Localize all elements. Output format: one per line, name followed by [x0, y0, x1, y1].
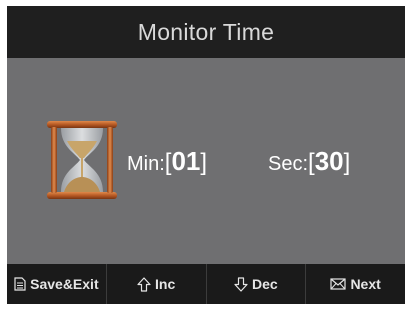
title-bar: Monitor Time [7, 6, 405, 58]
dec-button[interactable]: Dec [207, 264, 307, 304]
envelope-icon [330, 278, 347, 290]
inc-label: Inc [155, 276, 176, 292]
seconds-label: Sec: [268, 153, 309, 175]
softkey-bar: Save&Exit Inc Dec Next [7, 264, 405, 304]
arrow-up-icon [137, 276, 151, 292]
document-icon [14, 277, 26, 291]
minutes-field[interactable]: Min: [ 01 ] [127, 146, 207, 177]
minutes-label: Min: [127, 153, 165, 175]
hourglass-icon [47, 121, 117, 199]
minutes-close-bracket: ] [200, 149, 208, 176]
monitor-time-screen: Monitor Time Min: [01] Sec: [30] Sav… [7, 6, 405, 304]
next-label: Next [350, 276, 381, 292]
seconds-close-bracket: ] [343, 149, 351, 176]
seconds-open-bracket: [ [308, 149, 315, 176]
next-button[interactable]: Next [306, 264, 405, 304]
save-exit-label: Save&Exit [30, 276, 99, 292]
seconds-field[interactable]: Sec: [ 30 ] [268, 146, 350, 177]
save-exit-button[interactable]: Save&Exit [7, 264, 107, 304]
dec-label: Dec [252, 276, 278, 292]
minutes-open-bracket: [ [164, 149, 172, 176]
minutes-value[interactable]: 01 [171, 146, 200, 177]
inc-button[interactable]: Inc [107, 264, 207, 304]
seconds-value[interactable]: 30 [315, 146, 344, 177]
arrow-down-icon [234, 276, 248, 292]
page-title: Monitor Time [137, 18, 275, 45]
